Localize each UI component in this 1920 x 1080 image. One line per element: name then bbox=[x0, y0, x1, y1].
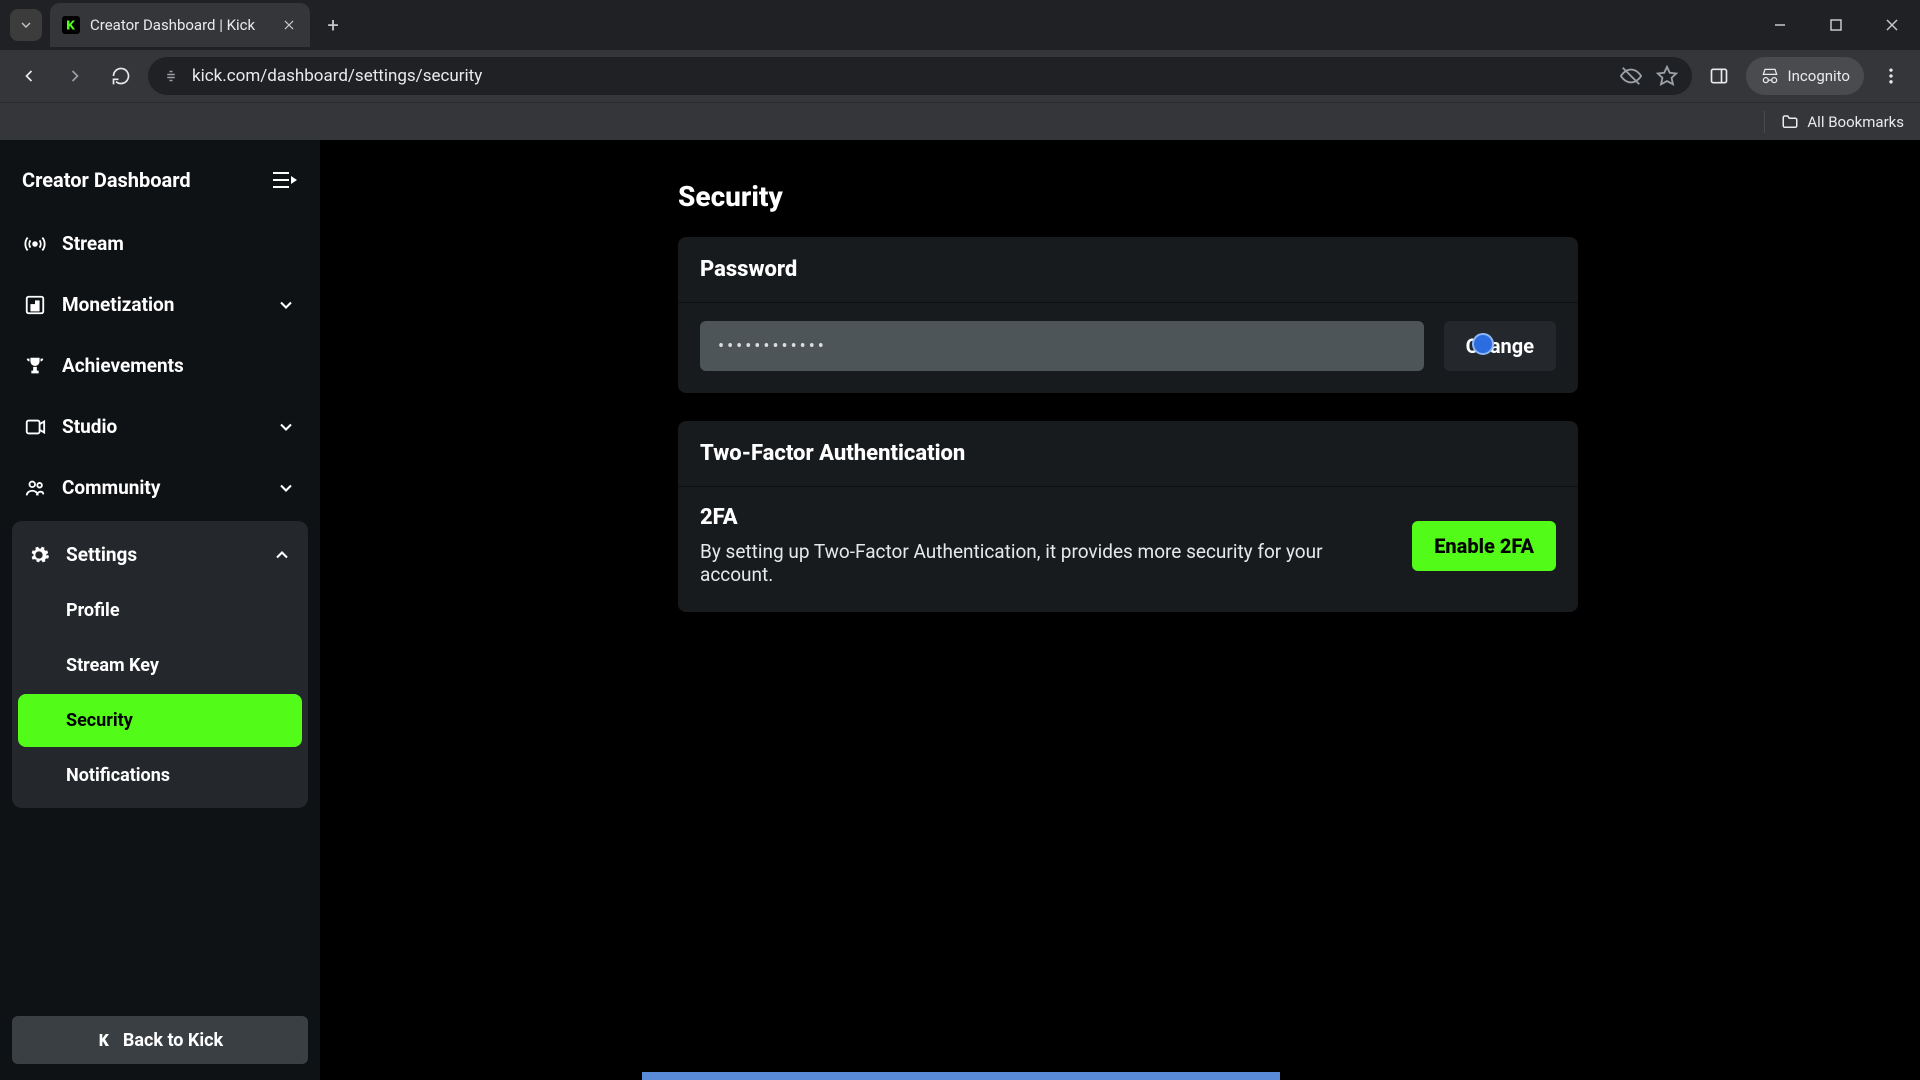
browser-menu-icon[interactable] bbox=[1872, 57, 1910, 95]
sidebar-sub-label: Stream Key bbox=[66, 655, 159, 676]
new-tab-button[interactable]: + bbox=[318, 10, 348, 40]
divider bbox=[1764, 111, 1765, 133]
sidebar-sub-label: Profile bbox=[66, 600, 120, 621]
chevron-down-icon bbox=[276, 478, 296, 498]
change-password-button[interactable]: Change bbox=[1444, 321, 1556, 371]
tab-close-icon[interactable] bbox=[280, 16, 298, 34]
incognito-chip[interactable]: Incognito bbox=[1746, 57, 1864, 95]
tfa-description: By setting up Two-Factor Authentication,… bbox=[700, 540, 1392, 586]
window-maximize-icon[interactable] bbox=[1808, 5, 1864, 45]
chevron-up-icon bbox=[272, 545, 292, 565]
gear-icon bbox=[28, 544, 50, 566]
sidebar-sub-notifications[interactable]: Notifications bbox=[18, 749, 302, 802]
eye-off-icon[interactable] bbox=[1620, 65, 1642, 87]
incognito-icon bbox=[1760, 66, 1780, 86]
monetization-icon bbox=[24, 294, 46, 316]
chevron-down-icon bbox=[276, 295, 296, 315]
all-bookmarks-button[interactable]: All Bookmarks bbox=[1781, 113, 1904, 131]
trophy-icon bbox=[24, 355, 46, 377]
tab-title: Creator Dashboard | Kick bbox=[90, 16, 270, 34]
main-content: Security Password Change Two-Factor Auth… bbox=[320, 140, 1920, 1080]
browser-tab[interactable]: Creator Dashboard | Kick bbox=[50, 3, 310, 47]
side-panel-icon[interactable] bbox=[1700, 57, 1738, 95]
studio-icon bbox=[24, 416, 46, 438]
sidebar-collapse-icon[interactable] bbox=[270, 168, 298, 192]
window-close-icon[interactable] bbox=[1864, 5, 1920, 45]
all-bookmarks-label: All Bookmarks bbox=[1807, 113, 1904, 131]
sidebar-item-label: Monetization bbox=[62, 293, 174, 316]
window-minimize-icon[interactable] bbox=[1752, 5, 1808, 45]
sidebar-sub-security[interactable]: Security bbox=[18, 694, 302, 747]
sidebar-item-community[interactable]: Community bbox=[12, 460, 308, 515]
sidebar-item-label: Community bbox=[62, 476, 160, 499]
sidebar-item-monetization[interactable]: Monetization bbox=[12, 277, 308, 332]
address-bar[interactable]: kick.com/dashboard/settings/security bbox=[148, 57, 1692, 95]
bookmark-star-icon[interactable] bbox=[1656, 65, 1678, 87]
two-factor-card: Two-Factor Authentication 2FA By setting… bbox=[678, 421, 1578, 612]
change-label: Change bbox=[1466, 334, 1534, 358]
sidebar-sub-label: Security bbox=[66, 710, 133, 731]
folder-icon bbox=[1781, 113, 1799, 131]
sidebar-item-achievements[interactable]: Achievements bbox=[12, 338, 308, 393]
password-card: Password Change bbox=[678, 237, 1578, 393]
two-factor-header: Two-Factor Authentication bbox=[678, 421, 1578, 486]
page-title: Security bbox=[678, 180, 1578, 213]
tab-search-dropdown[interactable] bbox=[10, 9, 42, 41]
sidebar-item-label: Settings bbox=[66, 543, 137, 566]
sidebar-item-label: Stream bbox=[62, 232, 124, 255]
nav-reload-icon[interactable] bbox=[102, 57, 140, 95]
sidebar: Creator Dashboard Stream Monetization bbox=[0, 140, 320, 1080]
back-to-kick-button[interactable]: Back to Kick bbox=[12, 1016, 308, 1064]
address-url: kick.com/dashboard/settings/security bbox=[192, 66, 482, 86]
sidebar-item-studio[interactable]: Studio bbox=[12, 399, 308, 454]
enable-2fa-label: Enable 2FA bbox=[1434, 534, 1534, 558]
bottom-accent-strip bbox=[642, 1072, 1280, 1080]
sidebar-sub-profile[interactable]: Profile bbox=[18, 584, 302, 637]
nav-forward-icon[interactable] bbox=[56, 57, 94, 95]
sidebar-group-settings: Settings Profile Stream Key Security Not… bbox=[12, 521, 308, 808]
sidebar-sub-stream-key[interactable]: Stream Key bbox=[18, 639, 302, 692]
back-to-kick-label: Back to Kick bbox=[123, 1030, 223, 1051]
site-info-icon[interactable] bbox=[162, 67, 180, 85]
sidebar-item-settings[interactable]: Settings bbox=[18, 527, 302, 582]
browser-toolbar: kick.com/dashboard/settings/security Inc… bbox=[0, 50, 1920, 102]
password-field[interactable] bbox=[700, 321, 1424, 371]
nav-back-icon[interactable] bbox=[10, 57, 48, 95]
community-icon bbox=[24, 477, 46, 499]
password-header: Password bbox=[678, 237, 1578, 302]
enable-2fa-button[interactable]: Enable 2FA bbox=[1412, 521, 1556, 571]
back-kick-icon bbox=[97, 1032, 113, 1048]
sidebar-item-stream[interactable]: Stream bbox=[12, 216, 308, 271]
broadcast-icon bbox=[24, 233, 46, 255]
sidebar-title: Creator Dashboard bbox=[22, 168, 191, 192]
kick-favicon bbox=[62, 16, 80, 34]
incognito-label: Incognito bbox=[1788, 67, 1850, 85]
sidebar-sub-label: Notifications bbox=[66, 765, 170, 786]
sidebar-item-label: Studio bbox=[62, 415, 117, 438]
browser-titlebar: Creator Dashboard | Kick + bbox=[0, 0, 1920, 50]
tfa-title: 2FA bbox=[700, 505, 1392, 530]
sidebar-item-label: Achievements bbox=[62, 354, 184, 377]
bookmarks-bar: All Bookmarks bbox=[0, 102, 1920, 140]
chevron-down-icon bbox=[276, 417, 296, 437]
